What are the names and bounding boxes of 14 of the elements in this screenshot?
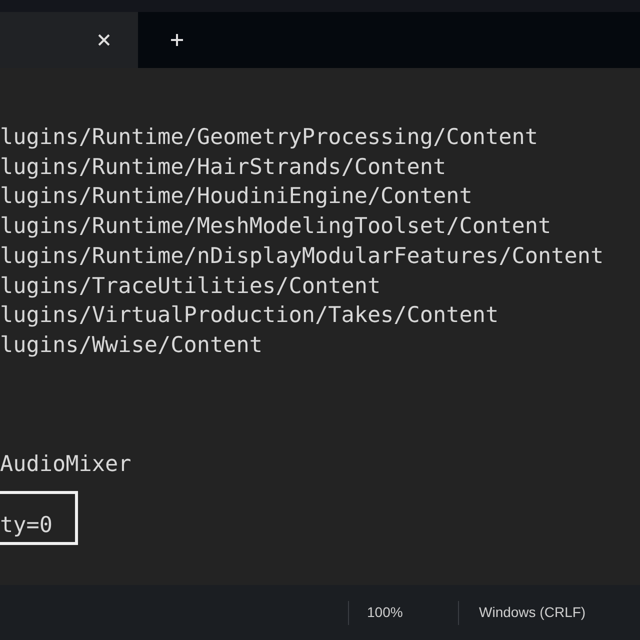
zoom-level[interactable]: 100% — [367, 602, 403, 623]
code-line: lugins/Runtime/GeometryProcessing/Content — [0, 124, 538, 152]
code-line: lugins/Runtime/HoudiniEngine/Content — [0, 183, 472, 212]
code-line: lugins/Runtime/nDisplayModularFeatures/Content — [0, 242, 604, 271]
code-line: AudioMixer — [0, 450, 132, 479]
close-icon[interactable] — [98, 34, 110, 46]
code-line: lugins/VirtualProduction/Takes/Content — [0, 302, 499, 330]
line-ending[interactable]: Windows (CRLF) — [479, 602, 586, 623]
code-line: ty=0 — [0, 512, 52, 540]
code-line: lugins/TraceUtilities/Content — [0, 272, 381, 301]
code-line: lugins/Runtime/MeshModelingToolset/Content — [0, 213, 552, 242]
plus-icon[interactable] — [170, 33, 184, 47]
code-line: lugins/Runtime/HairStrands/Content — [0, 154, 446, 182]
code-line: lugins/Wwise/Content — [0, 332, 262, 360]
